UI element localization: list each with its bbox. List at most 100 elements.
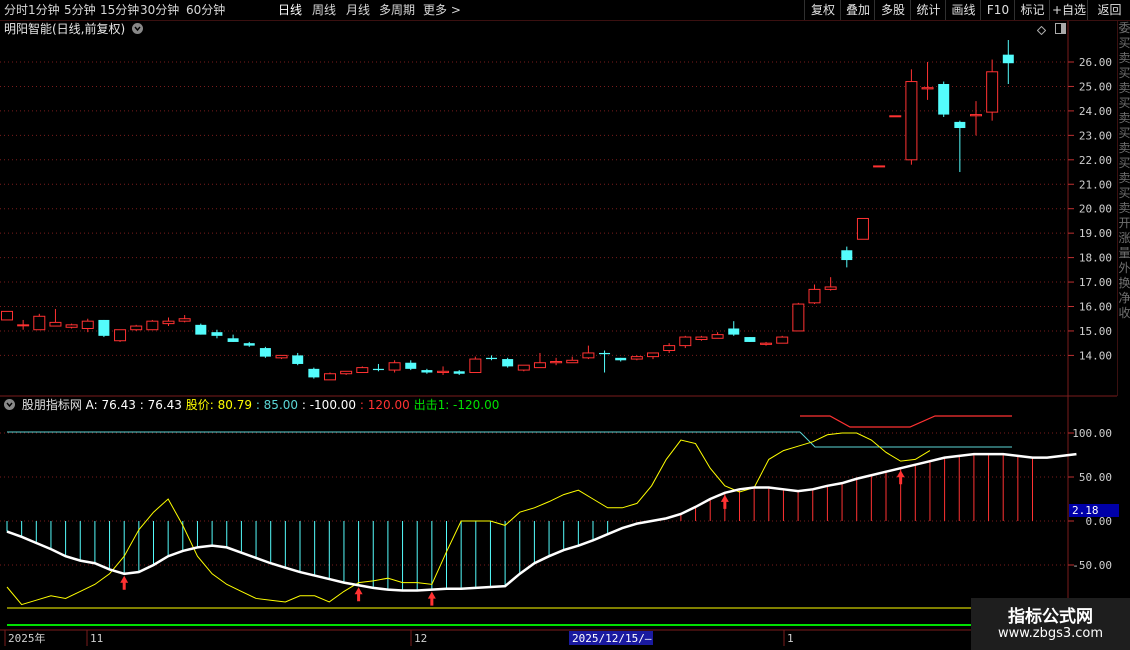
indicator-a-value: A: 76.43	[85, 398, 136, 412]
candle-body	[259, 348, 271, 357]
candle-body	[211, 332, 223, 336]
indicator-exit-value: 出击1: -120.00	[413, 398, 500, 412]
period-tab-5[interactable]: 60分钟	[186, 2, 225, 18]
period-tab-1[interactable]: 1分钟	[28, 2, 60, 18]
indicator-85-value: : 85.00	[255, 398, 299, 412]
indicator-value-marker: 2.18	[1072, 504, 1099, 517]
candle-body	[130, 325, 143, 331]
candle-body	[517, 364, 530, 371]
candle-body	[744, 337, 756, 342]
strip-label-0: 委	[1118, 21, 1130, 35]
candle-body	[292, 355, 304, 364]
period-tab-10[interactable]: 更多 >	[423, 2, 461, 18]
candle-body	[275, 354, 288, 359]
candle-body	[453, 371, 465, 374]
toolbar-button-6[interactable]: 标记	[1014, 0, 1050, 20]
indicator-dropdown-icon[interactable]	[4, 399, 15, 410]
buy-signal-arrow	[427, 591, 436, 606]
candle-body	[486, 357, 497, 360]
candle-body	[630, 356, 643, 360]
strip-label-13: 开	[1118, 216, 1130, 230]
toolbar-button-0[interactable]: 复权	[804, 0, 841, 20]
right-info-strip: 委买卖买卖买卖买卖买卖买卖开涨量外换净收	[1117, 21, 1130, 396]
strip-label-12: 卖	[1118, 201, 1130, 215]
period-tab-7[interactable]: 周线	[312, 2, 336, 18]
candle-body	[954, 121, 966, 129]
period-tab-2[interactable]: 5分钟	[64, 2, 96, 18]
candle-body	[615, 357, 627, 361]
candle-body	[679, 336, 692, 347]
price-tick-label: 14.00	[1079, 349, 1112, 362]
candle-body	[760, 342, 773, 345]
candle-body	[421, 370, 433, 373]
strip-label-8: 卖	[1118, 141, 1130, 155]
period-tab-4[interactable]: 30分钟	[140, 2, 179, 18]
panel-window-icon[interactable]	[1055, 23, 1066, 34]
candle-body	[550, 361, 563, 364]
stock-title: 明阳智能(日线,前复权)	[4, 22, 126, 36]
period-tab-0[interactable]: 分时	[4, 2, 28, 18]
title-dropdown-icon[interactable]	[132, 23, 144, 34]
reference-line-120	[800, 415, 1012, 428]
buy-signal-arrow	[354, 587, 363, 602]
candle-body	[114, 329, 127, 342]
candle-body	[146, 320, 159, 331]
toolbar-button-7[interactable]: +自选	[1049, 0, 1088, 20]
price-tick-label: 16.00	[1079, 301, 1112, 314]
strip-label-7: 买	[1118, 126, 1130, 140]
candle-body	[938, 84, 950, 115]
panel-diamond-icon[interactable]	[1036, 24, 1047, 36]
candle-body	[17, 324, 30, 327]
candle-body	[970, 114, 982, 117]
period-tab-3[interactable]: 15分钟	[100, 2, 139, 18]
watermark-url: www.zbgs3.com	[997, 626, 1104, 641]
toolbar-button-2[interactable]: 多股	[874, 0, 911, 20]
candle-body	[695, 336, 708, 341]
candle-body	[33, 315, 46, 331]
candle-body	[841, 250, 853, 261]
candle-body	[243, 343, 255, 346]
candle-body	[776, 336, 789, 344]
period-tab-9[interactable]: 多周期	[379, 2, 415, 18]
candle-body	[437, 370, 450, 374]
indicator-120-value: : 120.00	[359, 398, 410, 412]
date-cursor-bg	[569, 631, 653, 645]
date-label: 1	[787, 632, 794, 645]
candle-body	[340, 370, 353, 375]
toolbar-button-8[interactable]: 返回	[1087, 0, 1130, 20]
candle-body	[49, 321, 62, 327]
candle-body	[81, 320, 94, 330]
period-tab-6[interactable]: 日线	[278, 2, 302, 18]
strip-label-2: 卖	[1118, 51, 1130, 65]
candle-body	[921, 87, 934, 90]
toolbar-button-4[interactable]: 画线	[945, 0, 981, 20]
strip-label-3: 买	[1118, 66, 1130, 80]
period-toolbar: 分时 1分钟 5分钟 15分钟 30分钟 60分钟 日线 周线 月线 多周期 更多 > 复权 叠加 多股统…	[0, 0, 1130, 21]
chart-canvas[interactable]: 26.00 25.00 24.00 23.00 22.00 21.00 20.00 19.00…	[0, 0, 1130, 650]
strip-label-16: 外	[1118, 261, 1130, 275]
indicator-a-line	[6, 452, 1077, 592]
date-label: 11	[90, 632, 103, 645]
candle-body	[324, 373, 336, 381]
date-label: 2025年	[8, 631, 46, 645]
candle-body	[889, 115, 902, 118]
toolbar-button-3[interactable]: 统计	[910, 0, 946, 20]
period-tab-8[interactable]: 月线	[346, 2, 370, 18]
strip-label-6: 卖	[1118, 111, 1130, 125]
reference-line-85-tail	[799, 431, 1012, 448]
site-watermark: 指标公式网 www.zbgs3.com	[971, 598, 1130, 650]
strip-label-19: 收	[1118, 306, 1130, 320]
candle-body	[566, 359, 579, 364]
candle-body	[663, 345, 676, 352]
date-label: 12	[414, 632, 427, 645]
strip-label-5: 买	[1118, 96, 1130, 110]
candle-body	[227, 338, 239, 342]
buy-signal-arrow	[720, 494, 729, 509]
indicator-value-marker-bg	[1069, 504, 1119, 517]
toolbar-button-5[interactable]: F10	[980, 0, 1015, 20]
candle-body	[856, 217, 869, 240]
candle-body	[824, 286, 837, 290]
candle-body	[388, 362, 401, 371]
candle-body	[356, 367, 369, 374]
toolbar-button-1[interactable]: 叠加	[840, 0, 875, 20]
